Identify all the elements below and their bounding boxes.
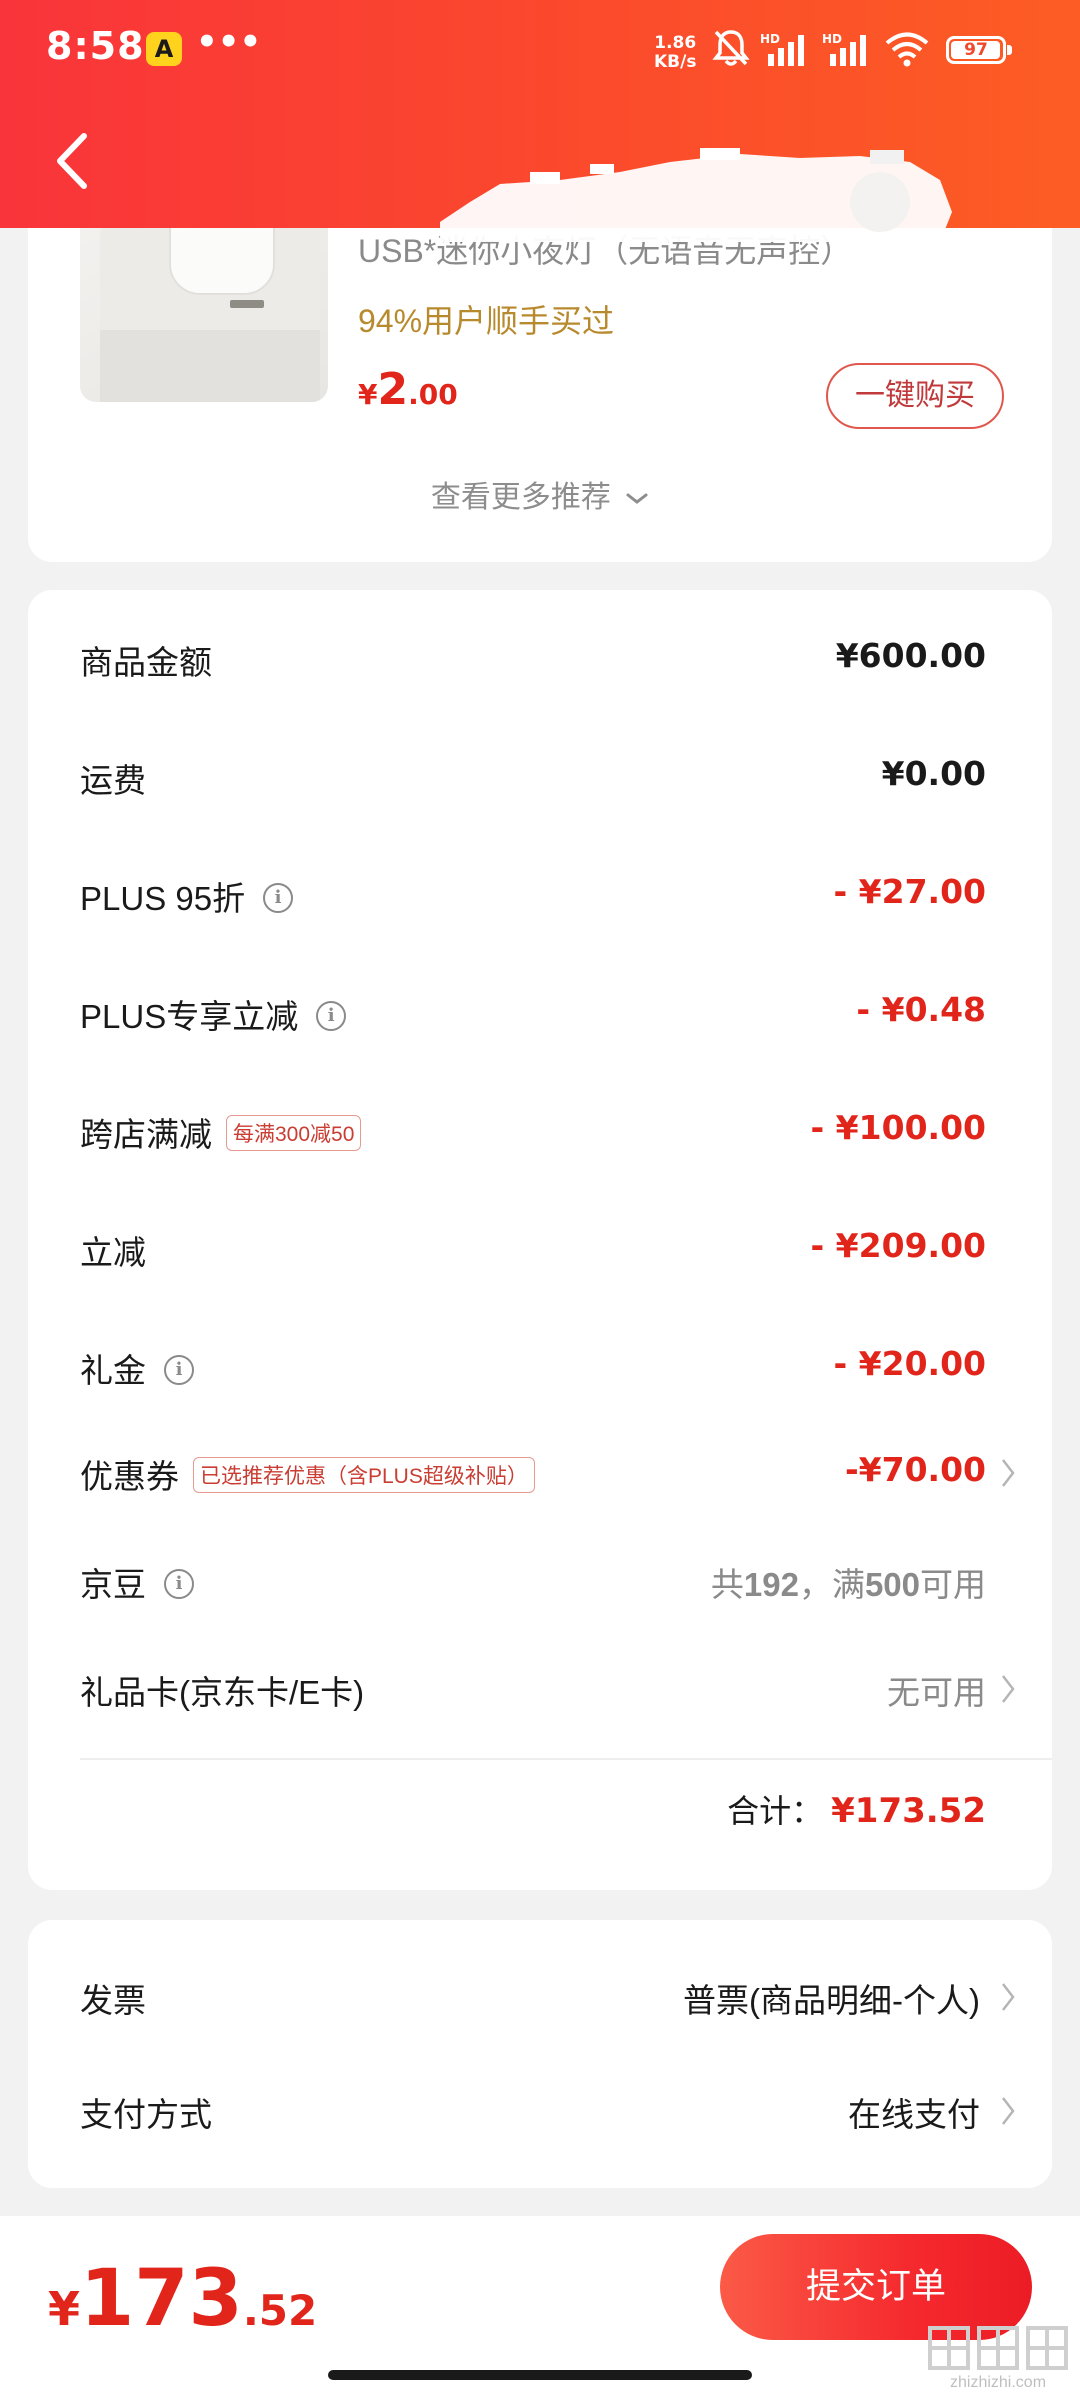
info-icon[interactable]: i	[263, 883, 294, 914]
price-row-plus-discount: PLUS 95折 i - ¥27.00	[28, 856, 1052, 936]
price-row-label: 礼金	[80, 1352, 146, 1389]
bottom-price-currency: ¥	[48, 2282, 81, 2336]
beans-suffix: 可用	[920, 1566, 986, 1603]
info-icon[interactable]: i	[164, 1355, 194, 1386]
product-price-integer: 2	[377, 364, 409, 415]
divider	[80, 1758, 1052, 1760]
home-indicator[interactable]	[328, 2370, 752, 2380]
bottom-checkout-bar: ¥173.52 提交订单	[0, 2216, 1080, 2400]
price-row-label-wrap: 礼金 i	[80, 1344, 194, 1392]
cell-signal-icon: HD	[822, 32, 866, 66]
price-row-shipping: 运费 ¥0.00	[28, 738, 1052, 818]
price-row-label: 优惠券	[80, 1458, 179, 1495]
price-row-value: - ¥20.00	[833, 1344, 986, 1383]
promo-tag: 每满300减50	[226, 1115, 362, 1152]
total-row: 合计： ¥173.52	[727, 1786, 986, 1832]
mute-bell-icon	[712, 30, 750, 66]
status-time: 8:58	[46, 24, 145, 68]
price-row-value: 共192，满500可用	[711, 1558, 986, 1606]
price-row-value: - ¥0.48	[856, 990, 986, 1029]
watermark-text: zhizhizhi.com	[949, 2374, 1047, 2391]
chevron-right-icon	[1002, 1459, 1015, 1487]
beans-threshold: 500	[864, 1566, 920, 1603]
price-breakdown-card: 商品金额 ¥600.00 运费 ¥0.00 PLUS 95折 i - ¥27.00…	[28, 590, 1052, 1890]
invoice-row[interactable]: 发票 普票(商品明细-个人)	[28, 1958, 1052, 2038]
payment-method-row[interactable]: 支付方式 在线支付	[28, 2072, 1052, 2152]
price-row-label: 运费	[80, 762, 146, 799]
chevron-right-icon	[1002, 2097, 1015, 2125]
price-row-label: 立减	[80, 1234, 146, 1271]
price-row-label: 礼品卡(京东卡/E卡)	[80, 1674, 365, 1711]
total-label: 合计：	[727, 1793, 824, 1829]
bottom-price-decimal: .52	[242, 2286, 318, 2335]
svg-text:HD: HD	[822, 32, 842, 46]
beans-count: 192	[743, 1566, 799, 1603]
price-row-label-wrap: 跨店满减 每满300减50	[80, 1108, 362, 1156]
price-row-coupon[interactable]: 优惠券 已选推荐优惠（含PLUS超级补贴） -¥70.00	[28, 1434, 1052, 1514]
price-row-label: PLUS专享立减	[80, 998, 299, 1035]
beans-prefix: 共	[710, 1566, 744, 1603]
price-row-gift-money: 礼金 i - ¥20.00	[28, 1328, 1052, 1408]
price-row-value: 无可用	[887, 1674, 986, 1711]
beans-mid: ，满	[798, 1566, 865, 1603]
info-icon[interactable]: i	[316, 1001, 347, 1032]
wifi-icon	[885, 32, 929, 67]
price-row-cross-store: 跨店满减 每满300减50 - ¥100.00	[28, 1092, 1052, 1172]
product-price-currency: ¥	[358, 378, 378, 411]
bottom-total-price: ¥173.52	[48, 2254, 317, 2344]
payment-value: 在线支付	[848, 2096, 980, 2133]
chevron-right-icon	[1002, 1675, 1015, 1703]
payment-label: 支付方式	[80, 2096, 212, 2133]
price-row-value: ¥600.00	[835, 636, 986, 675]
price-row-label-wrap: PLUS 95折 i	[80, 872, 294, 920]
more-notifications-icon: •••	[196, 22, 262, 62]
invoice-value: 普票(商品明细-个人)	[683, 1982, 980, 2019]
price-row-value: - ¥27.00	[833, 872, 986, 911]
price-row-value: -¥70.00	[844, 1450, 986, 1489]
top-header: 8:58 A ••• 1.86 KB/s HD HD 97	[0, 0, 1080, 242]
network-speed: 1.86 KB/s	[654, 34, 696, 72]
chevron-down-icon	[626, 493, 648, 504]
chevron-right-icon	[1002, 1983, 1015, 2011]
invoice-label: 发票	[80, 1982, 146, 2019]
cell-signal-icon: HD	[760, 32, 804, 66]
price-row-value: - ¥209.00	[810, 1226, 987, 1265]
quick-buy-button[interactable]: 一键购买	[826, 363, 1004, 429]
svg-text:HD: HD	[760, 32, 780, 46]
product-tag: 94%用户顺手买过	[358, 303, 615, 339]
info-icon[interactable]: i	[164, 1569, 194, 1600]
price-row-label: 京豆	[80, 1566, 146, 1603]
redacted-store-name	[440, 148, 952, 242]
price-row-value: ¥0.00	[881, 754, 986, 793]
promo-tag: 已选推荐优惠（含PLUS超级补贴）	[193, 1457, 535, 1494]
battery-icon: 97	[946, 36, 1012, 64]
total-value: ¥173.52	[831, 1791, 986, 1831]
price-row-value: - ¥100.00	[810, 1108, 987, 1147]
bottom-price-integer: 173	[80, 2254, 243, 2344]
back-button[interactable]	[48, 128, 98, 194]
price-row-label: PLUS 95折	[80, 880, 246, 917]
watermark: zhizhizhi.com	[926, 2322, 1070, 2394]
app-notification-icon: A	[146, 32, 182, 66]
price-row-goods-amount: 商品金额 ¥600.00	[28, 620, 1052, 700]
price-row-label: 商品金额	[80, 644, 212, 681]
product-price-decimal: .00	[408, 378, 458, 411]
price-row-label-wrap: 优惠券 已选推荐优惠（含PLUS超级补贴）	[80, 1450, 535, 1498]
price-row-label-wrap: PLUS专享立减 i	[80, 990, 347, 1038]
price-row-label-wrap: 京豆 i	[80, 1558, 194, 1606]
more-recommendations-label: 查看更多推荐	[430, 481, 611, 514]
price-row-jd-beans: 京豆 i 共192，满500可用	[28, 1542, 1052, 1622]
network-speed-value: 1.86	[654, 33, 697, 53]
battery-level: 97	[964, 40, 988, 60]
invoice-payment-card: 发票 普票(商品明细-个人) 支付方式 在线支付	[28, 1920, 1052, 2188]
network-speed-unit: KB/s	[654, 52, 697, 72]
price-row-gift-card[interactable]: 礼品卡(京东卡/E卡) 无可用	[28, 1650, 1052, 1730]
price-row-plus-exclusive: PLUS专享立减 i - ¥0.48	[28, 974, 1052, 1054]
more-recommendations-link[interactable]: 查看更多推荐	[28, 472, 1052, 516]
price-row-label: 跨店满减	[80, 1116, 212, 1153]
status-bar: 8:58 A ••• 1.86 KB/s HD HD 97	[0, 0, 1080, 100]
watermark-logo	[928, 2326, 1068, 2370]
product-price: ¥2.00	[358, 364, 458, 415]
price-row-instant-cut: 立减 - ¥209.00	[28, 1210, 1052, 1290]
